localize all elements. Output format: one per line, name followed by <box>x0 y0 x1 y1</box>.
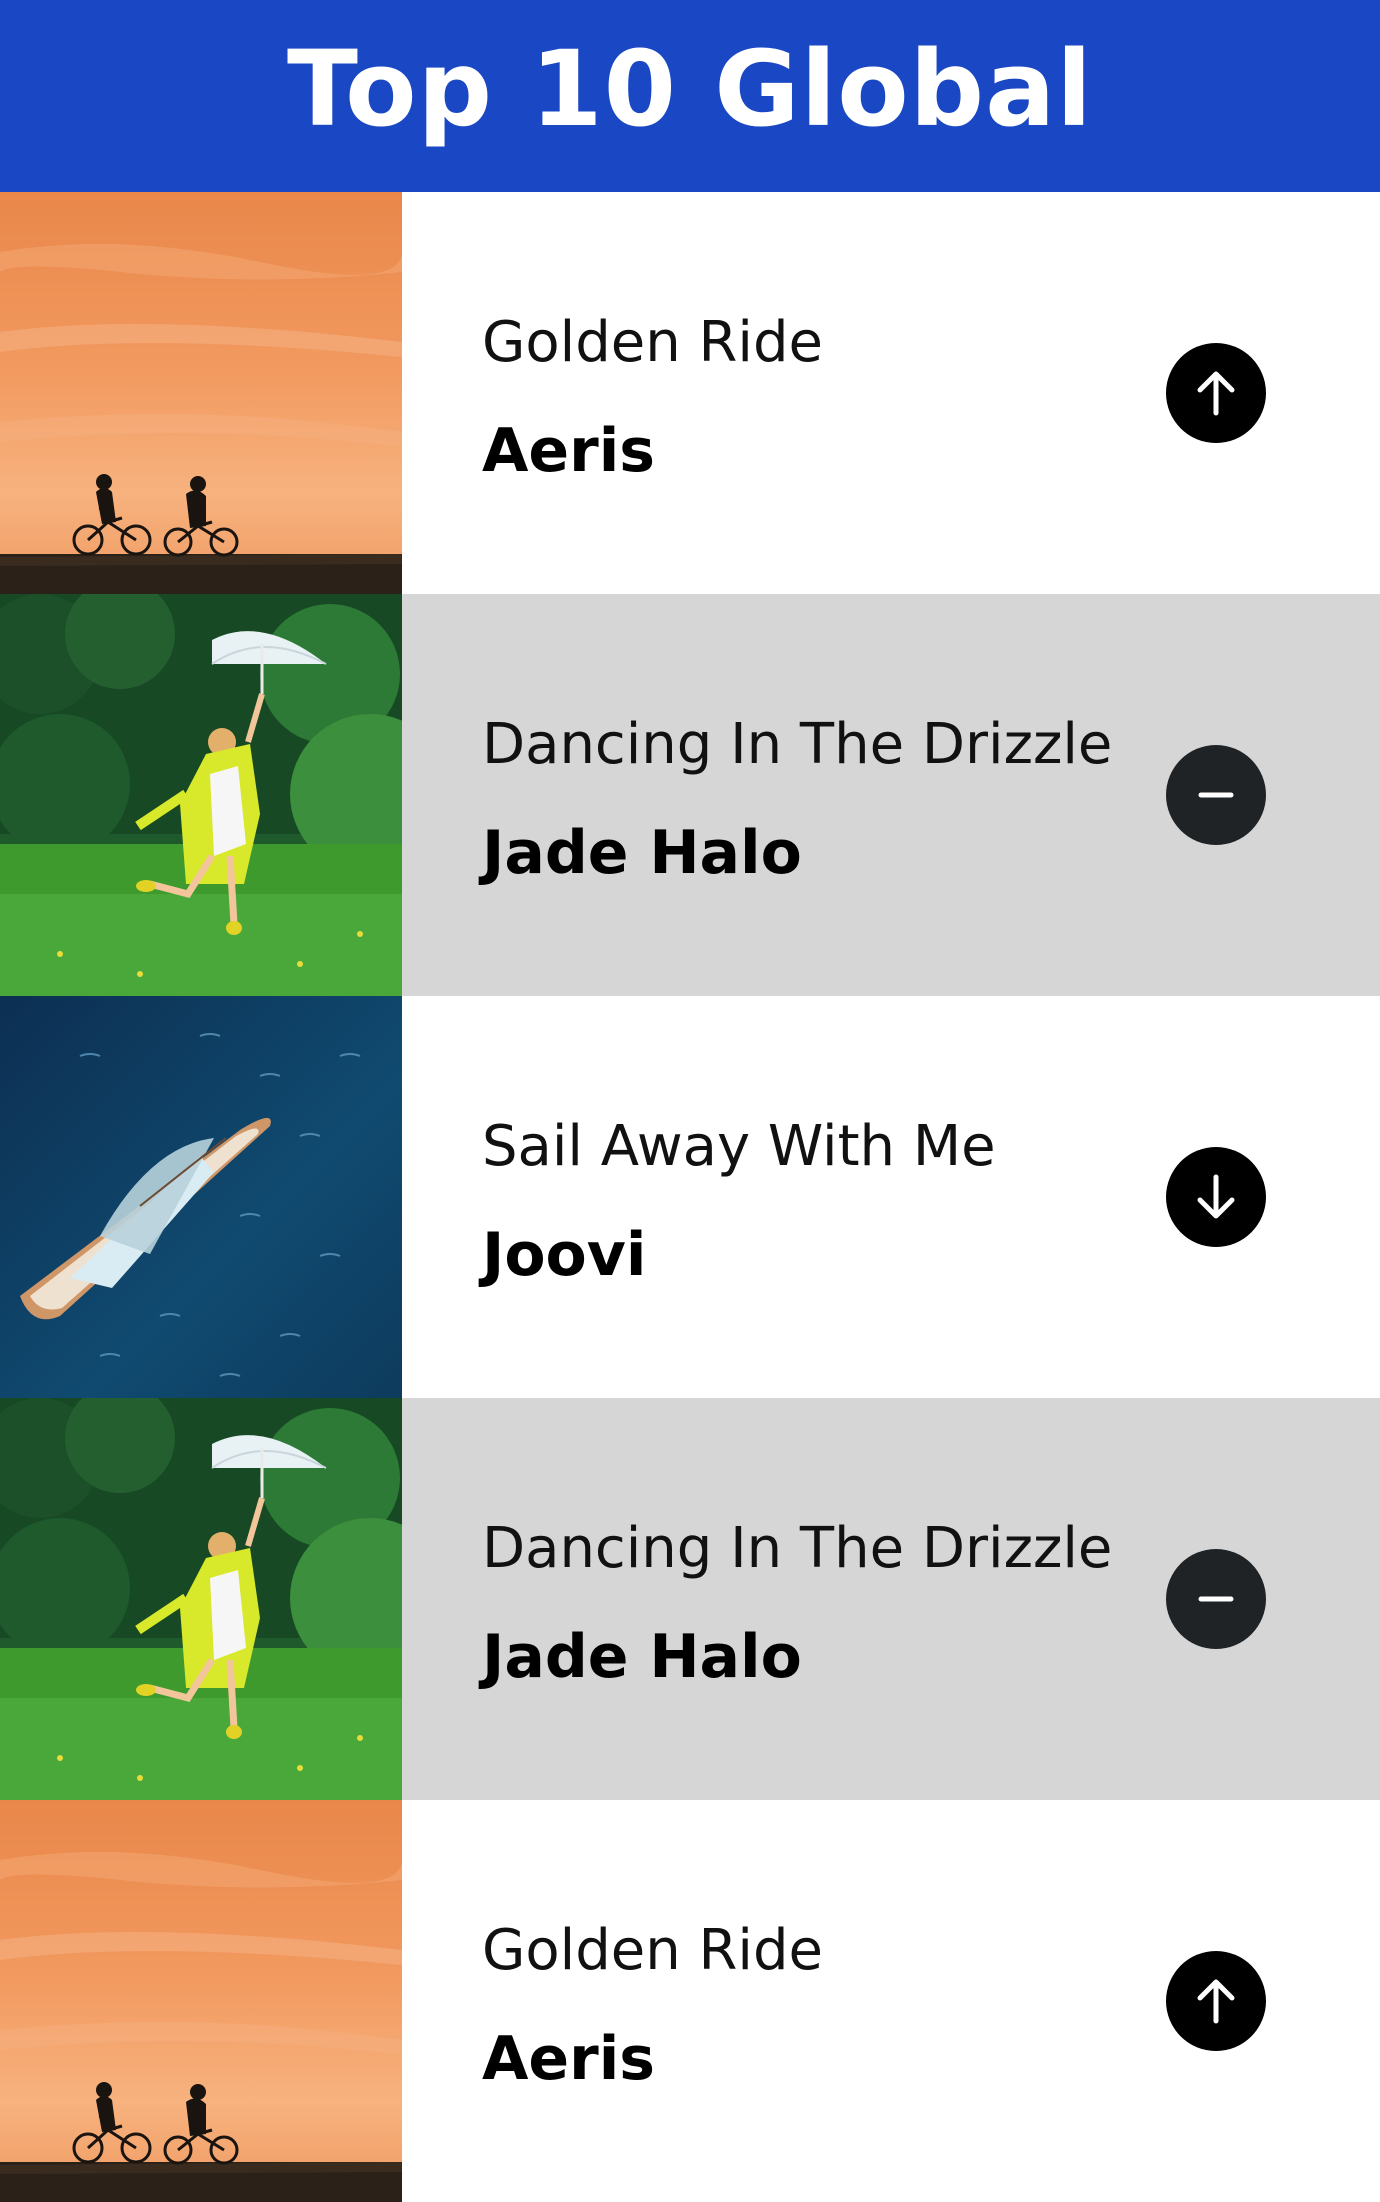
arrow-down-icon[interactable] <box>1166 1147 1266 1247</box>
minus-icon[interactable] <box>1166 1549 1266 1649</box>
track-artist: Joovi <box>482 1220 647 1290</box>
track-artist: Aeris <box>482 416 655 486</box>
track-title: Golden Ride <box>482 1918 823 1983</box>
track-artist: Aeris <box>482 2024 655 2094</box>
track-row[interactable]: Dancing In The Drizzle Jade Halo <box>0 594 1380 996</box>
arrow-up-icon[interactable] <box>1166 343 1266 443</box>
arrow-up-icon[interactable] <box>1166 1951 1266 2051</box>
track-artist: Jade Halo <box>482 818 802 888</box>
sunset-cyclists-image <box>0 1800 402 2202</box>
track-row[interactable]: Sail Away With Me Joovi <box>0 996 1380 1398</box>
track-title: Dancing In The Drizzle <box>482 1516 1113 1581</box>
chart-header: Top 10 Global <box>0 0 1380 192</box>
minus-icon[interactable] <box>1166 745 1266 845</box>
track-row[interactable]: Golden Ride Aeris <box>0 1800 1380 2202</box>
umbrella-dancer-image <box>0 594 402 996</box>
sunset-cyclists-image <box>0 192 402 594</box>
track-row[interactable]: Dancing In The Drizzle Jade Halo <box>0 1398 1380 1800</box>
track-row[interactable]: Golden Ride Aeris <box>0 192 1380 594</box>
track-list: Golden Ride Aeris Dancing In The Drizzle… <box>0 192 1380 2202</box>
page-title: Top 10 Global <box>287 28 1093 150</box>
track-title: Sail Away With Me <box>482 1114 996 1179</box>
sailboat-ocean-image <box>0 996 402 1398</box>
track-artist: Jade Halo <box>482 1622 802 1692</box>
umbrella-dancer-image <box>0 1398 402 1800</box>
track-title: Dancing In The Drizzle <box>482 712 1113 777</box>
track-title: Golden Ride <box>482 310 823 375</box>
